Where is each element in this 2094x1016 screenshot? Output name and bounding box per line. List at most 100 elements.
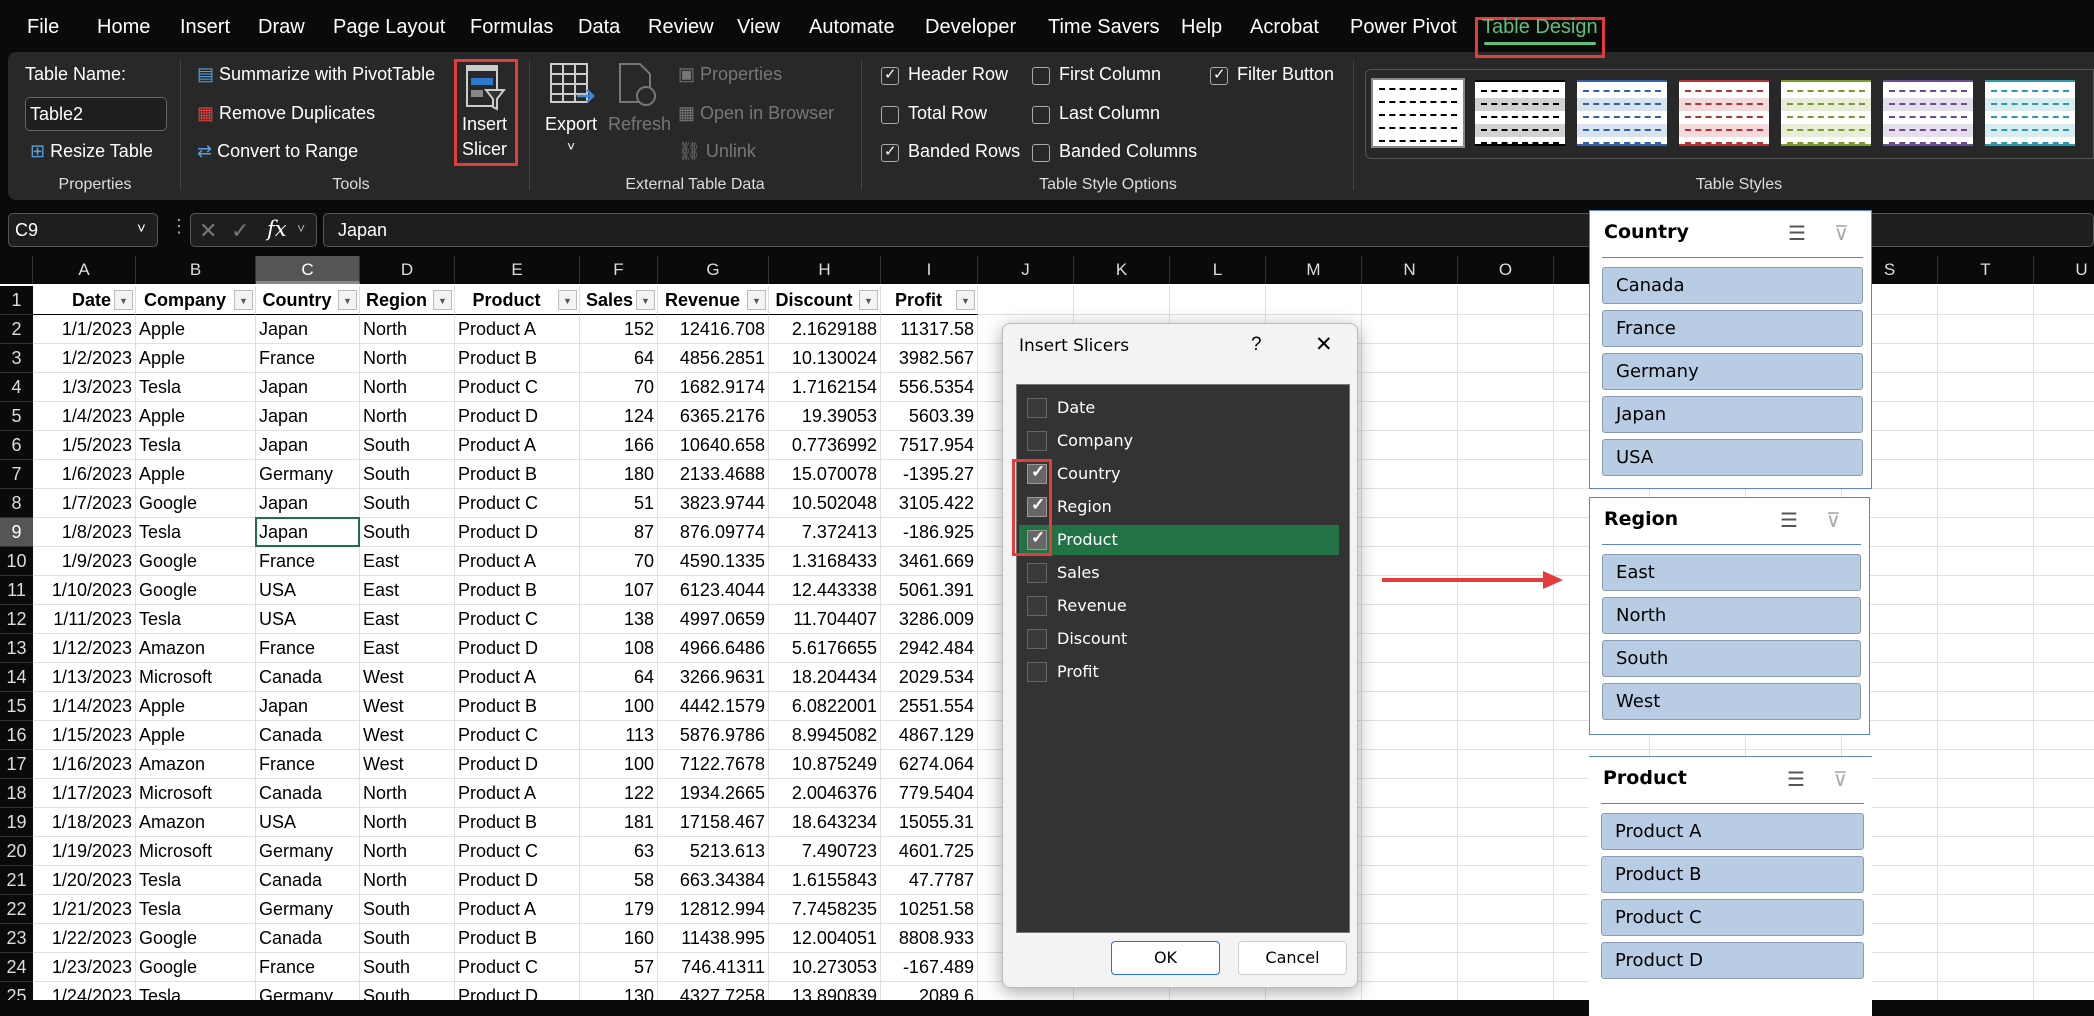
table-style-swatch[interactable] <box>1883 80 1973 146</box>
cell[interactable]: Product D <box>455 982 580 1000</box>
field-item-company[interactable]: Company <box>1019 426 1339 456</box>
cell[interactable]: 1.6155843 <box>769 866 881 895</box>
column-header-D[interactable]: D <box>360 256 455 284</box>
cell[interactable]: 5213.613 <box>658 837 769 866</box>
cell[interactable]: 10.502048 <box>769 489 881 518</box>
cancel-button[interactable]: Cancel <box>1238 941 1347 975</box>
cell[interactable]: North <box>360 837 455 866</box>
cell[interactable] <box>1938 344 2034 373</box>
clear-filter-icon[interactable]: ⊽ <box>1834 221 1849 246</box>
column-header-F[interactable]: F <box>580 256 658 284</box>
slicer-country[interactable]: Country ☰ ⊽ Canada France Germany Japan USA <box>1589 210 1872 489</box>
summarize-pivottable-button[interactable]: ▤ Summarize with PivotTable <box>197 64 435 85</box>
cell[interactable]: Google <box>136 576 256 605</box>
cancel-icon[interactable]: ✕ <box>199 218 217 244</box>
cell[interactable]: 3982.567 <box>881 344 978 373</box>
filter-dropdown-icon[interactable]: ▼ <box>636 290 655 310</box>
cell[interactable]: 1/17/2023 <box>33 779 136 808</box>
cell[interactable] <box>2034 489 2094 518</box>
table-style-swatch[interactable] <box>1679 80 1769 146</box>
row-header[interactable]: 3 <box>0 344 33 373</box>
row-header[interactable]: 1 <box>0 286 33 315</box>
cell[interactable] <box>2034 634 2094 663</box>
cell[interactable]: 3461.669 <box>881 547 978 576</box>
cell[interactable]: 2.0046376 <box>769 779 881 808</box>
cell[interactable]: Product B <box>455 460 580 489</box>
cell[interactable]: East <box>360 576 455 605</box>
cell[interactable]: South <box>360 431 455 460</box>
cell[interactable] <box>1458 808 1554 837</box>
cell[interactable]: 5061.391 <box>881 576 978 605</box>
cell[interactable]: North <box>360 866 455 895</box>
cell[interactable]: 3105.422 <box>881 489 978 518</box>
cell[interactable] <box>1458 315 1554 344</box>
column-header-N[interactable]: N <box>1362 256 1458 284</box>
row-header[interactable]: 7 <box>0 460 33 489</box>
slicer-item[interactable]: West <box>1602 683 1861 720</box>
cell[interactable]: Canada <box>256 866 360 895</box>
cell[interactable] <box>1362 286 1458 315</box>
cell[interactable]: France <box>256 750 360 779</box>
properties-button[interactable]: ▣ Properties <box>678 64 782 85</box>
unlink-button[interactable]: ⛓ Unlink <box>678 141 756 162</box>
cell[interactable] <box>2034 286 2094 315</box>
cell[interactable]: France <box>256 953 360 982</box>
filter-dropdown-icon[interactable]: ▼ <box>558 290 577 310</box>
row-header[interactable]: 13 <box>0 634 33 663</box>
cell[interactable]: 1.3168433 <box>769 547 881 576</box>
cell[interactable]: 556.5354 <box>881 373 978 402</box>
field-item-profit[interactable]: Profit <box>1019 657 1339 687</box>
column-header-A[interactable]: A <box>33 256 136 284</box>
cell[interactable]: 1/8/2023 <box>33 518 136 547</box>
cell[interactable]: -1395.27 <box>881 460 978 489</box>
cell[interactable]: 876.09774 <box>658 518 769 547</box>
slicer-item[interactable]: Canada <box>1602 267 1863 304</box>
cell[interactable]: Germany <box>256 460 360 489</box>
slicer-item[interactable]: USA <box>1602 439 1863 476</box>
menu-tab-view[interactable]: View <box>737 16 780 39</box>
slicer-item[interactable]: Japan <box>1602 396 1863 433</box>
cell[interactable]: 2551.554 <box>881 692 978 721</box>
cell[interactable]: Tesla <box>136 895 256 924</box>
cell[interactable]: USA <box>256 605 360 634</box>
cell[interactable]: 1/9/2023 <box>33 547 136 576</box>
menu-tab-automate[interactable]: Automate <box>809 16 895 39</box>
cell[interactable] <box>1458 460 1554 489</box>
cell[interactable]: East <box>360 634 455 663</box>
slicer-item[interactable]: Product A <box>1601 813 1864 850</box>
cell[interactable] <box>1938 953 2034 982</box>
field-item-revenue[interactable]: Revenue <box>1019 591 1339 621</box>
cell[interactable]: 19.39053 <box>769 402 881 431</box>
clear-filter-icon[interactable]: ⊽ <box>1826 508 1841 533</box>
cell[interactable] <box>1170 286 1266 315</box>
cell[interactable]: North <box>360 373 455 402</box>
cell[interactable]: 1/24/2023 <box>33 982 136 1000</box>
cell[interactable]: Product B <box>455 924 580 953</box>
cell[interactable] <box>1362 402 1458 431</box>
cell[interactable]: 1/16/2023 <box>33 750 136 779</box>
cell[interactable]: 130 <box>580 982 658 1000</box>
cell[interactable]: Microsoft <box>136 779 256 808</box>
cell[interactable]: 181 <box>580 808 658 837</box>
cell[interactable] <box>1362 866 1458 895</box>
cell[interactable] <box>1362 750 1458 779</box>
cell[interactable]: 64 <box>580 344 658 373</box>
cell[interactable]: 6123.4044 <box>658 576 769 605</box>
cell[interactable] <box>1458 518 1554 547</box>
slicer-region[interactable]: Region ☰ ⊽ East North South West <box>1589 497 1870 735</box>
cell[interactable]: 779.5404 <box>881 779 978 808</box>
cell[interactable] <box>2034 663 2094 692</box>
cell[interactable]: 7.490723 <box>769 837 881 866</box>
checkbox-icon[interactable] <box>1027 431 1047 451</box>
multi-select-icon[interactable]: ☰ <box>1787 767 1805 792</box>
cell[interactable]: France <box>256 547 360 576</box>
table-header-cell[interactable]: Product ▼ <box>455 286 580 315</box>
cell[interactable] <box>2034 547 2094 576</box>
multi-select-icon[interactable]: ☰ <box>1780 508 1798 533</box>
cell[interactable]: 180 <box>580 460 658 489</box>
cell[interactable]: 6.0822001 <box>769 692 881 721</box>
cell[interactable]: 1/15/2023 <box>33 721 136 750</box>
cell[interactable]: 107 <box>580 576 658 605</box>
clear-filter-icon[interactable]: ⊽ <box>1833 767 1848 792</box>
cell[interactable]: 1/6/2023 <box>33 460 136 489</box>
